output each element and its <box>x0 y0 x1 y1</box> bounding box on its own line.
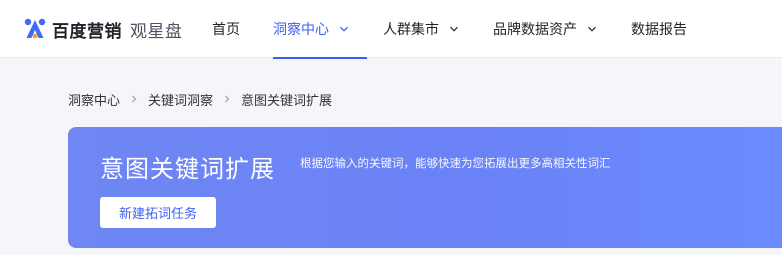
page-title: 意图关键词扩展 <box>100 155 275 183</box>
nav-item-audience-market[interactable]: 人群集市 <box>383 0 459 58</box>
chevron-down-icon <box>450 26 458 32</box>
page-description: 根据您输入的关键词，能够快速为您拓展出更多高相关性词汇 <box>300 156 611 170</box>
brand-logo[interactable]: 百度营销 观星盘 <box>22 14 183 44</box>
breadcrumb-item-keyword-insight[interactable]: 关键词洞察 <box>148 90 213 109</box>
product-name: 观星盘 <box>130 21 183 42</box>
chevron-right-icon <box>225 95 230 103</box>
nav-item-insight-center[interactable]: 洞察中心 <box>273 0 367 59</box>
breadcrumb: 洞察中心 关键词洞察 意图关键词扩展 <box>68 89 332 109</box>
nav-item-label: 数据报告 <box>631 22 687 38</box>
chevron-right-icon <box>132 95 137 103</box>
breadcrumb-item-insight-center[interactable]: 洞察中心 <box>68 90 120 109</box>
nav-item-home[interactable]: 首页 <box>212 0 240 58</box>
nav-item-data-report[interactable]: 数据报告 <box>631 0 687 58</box>
chevron-down-icon <box>588 26 596 32</box>
breadcrumb-item-current: 意图关键词扩展 <box>241 93 333 109</box>
baidu-marketing-logo-icon <box>24 18 46 39</box>
new-expansion-task-button[interactable]: 新建拓词任务 <box>100 197 216 228</box>
nav-item-label: 品牌数据资产 <box>493 22 577 38</box>
top-navigation-bar: 百度营销 观星盘 首页 洞察中心 人群集市 品牌数据资产 数据报告 <box>0 0 782 59</box>
chevron-down-icon <box>340 26 348 32</box>
nav-item-label: 洞察中心 <box>273 22 329 38</box>
nav-item-label: 首页 <box>212 22 240 38</box>
nav-item-brand-data-assets[interactable]: 品牌数据资产 <box>493 0 597 58</box>
intent-keyword-banner: 意图关键词扩展 根据您输入的关键词，能够快速为您拓展出更多高相关性词汇 新建拓词… <box>68 127 782 248</box>
nav-item-label: 人群集市 <box>383 22 439 38</box>
brand-name: 百度营销 <box>52 21 122 42</box>
